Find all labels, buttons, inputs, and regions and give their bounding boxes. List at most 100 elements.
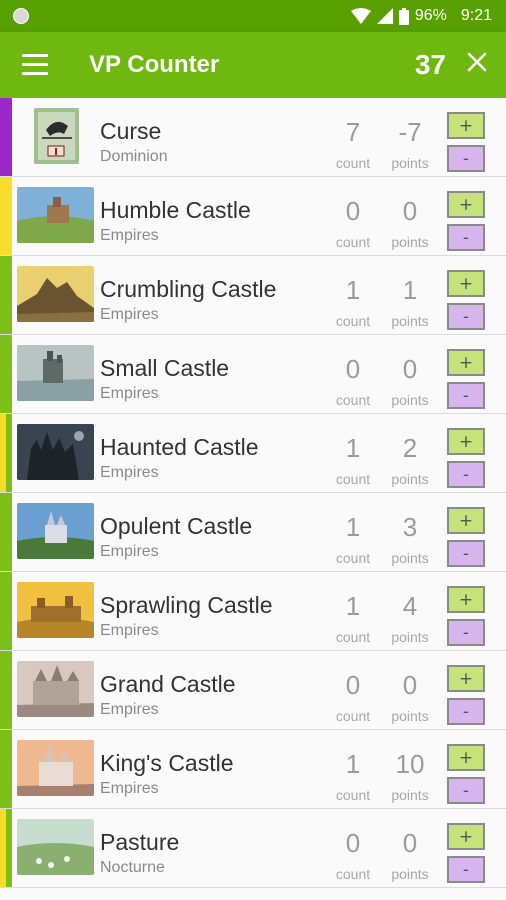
list-item-sprawling-castle: Sprawling Castle Empires 1 4 count point…: [0, 572, 506, 651]
count-label: count: [335, 708, 371, 724]
card-count: 1: [345, 591, 361, 621]
count-label: count: [335, 629, 371, 645]
set-color-stripe: [0, 177, 12, 255]
decrement-button[interactable]: -: [447, 461, 485, 488]
count-label: count: [335, 234, 371, 250]
decrement-button[interactable]: -: [447, 303, 485, 330]
kings-castle-card-image: [17, 740, 94, 796]
set-color-stripe: [0, 493, 12, 571]
increment-button[interactable]: +: [447, 191, 485, 218]
card-set: Empires: [100, 780, 159, 797]
set-color-stripe: [0, 730, 12, 808]
card-count: 0: [345, 354, 361, 384]
opulent-castle-card-image: [17, 503, 94, 559]
card-points: 0: [402, 354, 418, 384]
card-points: 1: [402, 275, 418, 305]
list-item-small-castle: Small Castle Empires 0 0 count points + …: [0, 335, 506, 414]
count-label: count: [335, 313, 371, 329]
count-label: count: [335, 866, 371, 882]
app-title: VP Counter: [89, 51, 220, 78]
card-points: 0: [402, 670, 418, 700]
decrement-button[interactable]: -: [447, 619, 485, 646]
card-set: Empires: [100, 464, 159, 481]
count-label: count: [335, 471, 371, 487]
card-name: Haunted Castle: [100, 434, 259, 460]
increment-button[interactable]: +: [447, 428, 485, 455]
card-points: -7: [398, 117, 422, 147]
haunted-castle-card-image: [17, 424, 94, 480]
set-color-stripe: [0, 572, 12, 650]
card-name: Opulent Castle: [100, 513, 253, 539]
count-label: count: [335, 787, 371, 803]
card-set: Nocturne: [100, 859, 165, 876]
list-item-humble-castle: Humble Castle Empires 0 0 count points +…: [0, 177, 506, 256]
notification-icon: [13, 8, 29, 24]
small-castle-card-image: [17, 345, 94, 401]
card-points: 4: [402, 591, 418, 621]
list-item-opulent-castle: Opulent Castle Empires 1 3 count points …: [0, 493, 506, 572]
close-icon[interactable]: [467, 52, 487, 72]
card-points: 3: [402, 512, 418, 542]
set-color-stripe: [0, 335, 12, 413]
points-label: points: [391, 629, 429, 645]
set-color-stripe: [0, 98, 12, 176]
card-points: 2: [402, 433, 418, 463]
decrement-button[interactable]: -: [447, 540, 485, 567]
points-label: points: [391, 392, 429, 408]
card-name: Curse: [100, 118, 162, 144]
decrement-button[interactable]: -: [447, 777, 485, 804]
decrement-button[interactable]: -: [447, 698, 485, 725]
status-bar: 96% 9:21: [0, 0, 506, 32]
set-color-stripe: [0, 651, 12, 729]
card-set: Empires: [100, 385, 159, 402]
card-points: 0: [402, 828, 418, 858]
decrement-button[interactable]: -: [447, 224, 485, 251]
increment-button[interactable]: +: [447, 112, 485, 139]
card-count: 0: [345, 196, 361, 226]
set-color-stripe: [0, 414, 12, 492]
card-name: Small Castle: [100, 355, 230, 381]
count-label: count: [335, 550, 371, 566]
status-icons: 96% 9:21: [350, 0, 492, 32]
crumbling-castle-card-image: [17, 266, 94, 322]
increment-button[interactable]: +: [447, 586, 485, 613]
card-name: Pasture: [100, 829, 180, 855]
card-count: 7: [345, 117, 361, 147]
card-list[interactable]: Curse Dominion 7 -7 count points + - Hum…: [0, 98, 506, 900]
points-label: points: [391, 155, 429, 171]
wifi-icon: [350, 8, 371, 24]
card-count: 1: [345, 512, 361, 542]
count-label: count: [335, 155, 371, 171]
decrement-button[interactable]: -: [447, 145, 485, 172]
increment-button[interactable]: +: [447, 349, 485, 376]
points-label: points: [391, 313, 429, 329]
grand-castle-card-image: [17, 661, 94, 717]
humble-castle-card-image: [17, 187, 94, 243]
count-label: count: [335, 392, 371, 408]
card-set: Empires: [100, 306, 159, 323]
increment-button[interactable]: +: [447, 823, 485, 850]
card-count: 1: [345, 749, 361, 779]
points-label: points: [391, 787, 429, 803]
list-item-curse: Curse Dominion 7 -7 count points + -: [0, 98, 506, 177]
increment-button[interactable]: +: [447, 270, 485, 297]
list-item-crumbling-castle: Crumbling Castle Empires 1 1 count point…: [0, 256, 506, 335]
increment-button[interactable]: +: [447, 665, 485, 692]
points-label: points: [391, 550, 429, 566]
card-count: 1: [345, 433, 361, 463]
battery-percent: 96%: [414, 7, 447, 24]
card-set: Empires: [100, 622, 159, 639]
card-name: Humble Castle: [100, 197, 251, 223]
menu-icon[interactable]: [22, 54, 48, 76]
increment-button[interactable]: +: [447, 744, 485, 771]
sprawling-castle-card-image: [17, 582, 94, 638]
decrement-button[interactable]: -: [447, 382, 485, 409]
increment-button[interactable]: +: [447, 507, 485, 534]
battery-icon: [398, 7, 409, 25]
card-set: Empires: [100, 227, 159, 244]
decrement-button[interactable]: -: [447, 856, 485, 883]
curse-card-image: [34, 108, 79, 164]
card-name: Sprawling Castle: [100, 592, 273, 618]
points-label: points: [391, 708, 429, 724]
card-count: 0: [345, 828, 361, 858]
